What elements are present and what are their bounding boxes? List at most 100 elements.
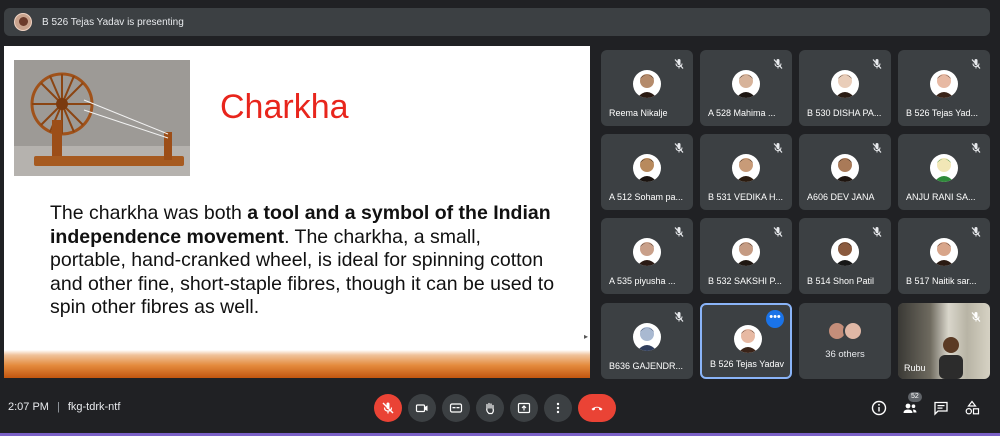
separator: |: [56, 401, 60, 413]
participant-name: B 530 DISHA PA...: [807, 108, 882, 118]
participant-avatar: [633, 70, 661, 98]
mic-off-icon: [773, 59, 783, 69]
participant-tile[interactable]: A 535 piyusha ...: [601, 218, 693, 294]
slide-body-pre: The charkha was both: [50, 202, 248, 224]
participant-avatar: [831, 238, 859, 266]
participant-avatar: [732, 238, 760, 266]
participant-tile[interactable]: B 530 DISHA PA...: [799, 50, 891, 126]
mic-off-icon: [872, 143, 882, 153]
chat-icon: [934, 401, 948, 416]
people-count-badge: 52: [908, 392, 922, 402]
participant-name: A 535 piyusha ...: [609, 276, 676, 286]
participant-avatar: [930, 238, 958, 266]
raise-hand-button[interactable]: [476, 394, 504, 422]
participant-person: [939, 337, 963, 379]
participant-avatar: [831, 154, 859, 182]
camera-icon: [415, 404, 428, 413]
toggle-mic-button[interactable]: [374, 394, 402, 422]
participant-tile[interactable]: A 512 Soham pa...: [601, 134, 693, 210]
presentation-slide[interactable]: Charkha The charkha was both a tool and …: [4, 46, 590, 378]
mic-off-icon: [773, 227, 783, 237]
participant-name: B 514 Shon Patil: [807, 276, 875, 286]
participant-name: A606 DEV JANA: [807, 192, 875, 202]
pointer-icon: ▸: [584, 332, 589, 341]
clock-time: 2:07 PM: [8, 401, 49, 413]
participant-name: ANJU RANI SA...: [906, 192, 976, 202]
more-vert-icon: [556, 402, 560, 414]
others-label: 36 others: [825, 349, 865, 360]
others-tile[interactable]: 36 others: [799, 303, 891, 379]
participant-name: A 512 Soham pa...: [609, 192, 684, 202]
mic-off-icon: [971, 143, 981, 153]
participant-tile[interactable]: B636 GAJENDR...: [601, 303, 693, 379]
mic-off-icon: [674, 59, 684, 69]
people-icon: [903, 403, 917, 413]
mic-off-icon: [382, 402, 394, 414]
presenting-banner: B 526 Tejas Yadav is presenting: [4, 8, 990, 36]
tile-more-options-icon[interactable]: •••: [766, 310, 784, 328]
charkha-image: [14, 60, 190, 176]
participant-name: B636 GAJENDR...: [609, 361, 684, 371]
participant-avatar: [734, 325, 762, 353]
participant-name: B 517 Naitik sar...: [906, 276, 977, 286]
participant-tile[interactable]: A 528 Mahima ...: [700, 50, 792, 126]
mic-off-icon: [674, 143, 684, 153]
participant-avatar: [633, 323, 661, 351]
participant-name: B 532 SAKSHI P...: [708, 276, 782, 286]
mic-off-icon: [971, 312, 981, 322]
meeting-code: fkg-tdrk-ntf: [67, 401, 121, 413]
hand-icon: [486, 402, 494, 415]
leave-call-button[interactable]: [578, 394, 616, 422]
chat-button[interactable]: [931, 398, 951, 418]
mic-off-icon: [971, 227, 981, 237]
phone-hangup-icon: [591, 406, 603, 411]
participant-avatar: [732, 154, 760, 182]
more-options-button[interactable]: [544, 394, 572, 422]
video-participant-name: Rubu: [904, 363, 926, 373]
participant-name: A 528 Mahima ...: [708, 108, 776, 118]
people-button[interactable]: 52: [900, 392, 922, 418]
participant-name: B 531 VEDIKA H...: [708, 192, 784, 202]
mic-off-icon: [971, 59, 981, 69]
mic-off-icon: [773, 143, 783, 153]
participant-avatar: [732, 70, 760, 98]
participant-avatar: [633, 154, 661, 182]
participant-name: B 526 Tejas Yadav: [710, 359, 785, 369]
slide-title: Charkha: [220, 88, 349, 126]
participant-name: Reema Nikalje: [609, 108, 668, 118]
mic-off-icon: [872, 227, 882, 237]
participant-avatar: [930, 70, 958, 98]
toggle-camera-button[interactable]: [408, 394, 436, 422]
participant-tile[interactable]: Reema Nikalje: [601, 50, 693, 126]
participant-tile[interactable]: B 514 Shon Patil: [799, 218, 891, 294]
others-avatars: [827, 321, 867, 343]
present-icon: [517, 402, 531, 414]
slide-footer-band: [4, 350, 590, 378]
presenter-avatar: [14, 13, 32, 31]
participant-tile[interactable]: B 532 SAKSHI P...: [700, 218, 792, 294]
participant-avatar: [831, 70, 859, 98]
participant-tile[interactable]: ANJU RANI SA...: [898, 134, 990, 210]
meeting-info: 2:07 PM | fkg-tdrk-ntf: [8, 401, 120, 413]
captions-icon: [449, 403, 463, 413]
activities-icon: [965, 400, 980, 415]
captions-button[interactable]: [442, 394, 470, 422]
info-icon: [871, 400, 887, 416]
mic-off-icon: [872, 59, 882, 69]
participant-tile[interactable]: A606 DEV JANA: [799, 134, 891, 210]
mic-off-icon: [674, 312, 684, 322]
slide-body-text: The charkha was both a tool and a symbol…: [50, 202, 562, 320]
present-screen-button[interactable]: [510, 394, 538, 422]
activities-button[interactable]: [962, 398, 982, 418]
presenting-text: B 526 Tejas Yadav is presenting: [42, 16, 184, 28]
participant-avatar: [633, 238, 661, 266]
participant-tile[interactable]: B 526 Tejas Yad...: [898, 50, 990, 126]
meeting-details-button[interactable]: [869, 398, 889, 418]
participant-avatar: [930, 154, 958, 182]
self-video-tile[interactable]: Rubu: [898, 303, 990, 379]
participant-name: B 526 Tejas Yad...: [906, 108, 979, 118]
participant-tile[interactable]: B 531 VEDIKA H...: [700, 134, 792, 210]
participant-tile[interactable]: B 517 Naitik sar...: [898, 218, 990, 294]
mic-off-icon: [674, 227, 684, 237]
participant-tile[interactable]: ••• B 526 Tejas Yadav: [700, 303, 792, 379]
